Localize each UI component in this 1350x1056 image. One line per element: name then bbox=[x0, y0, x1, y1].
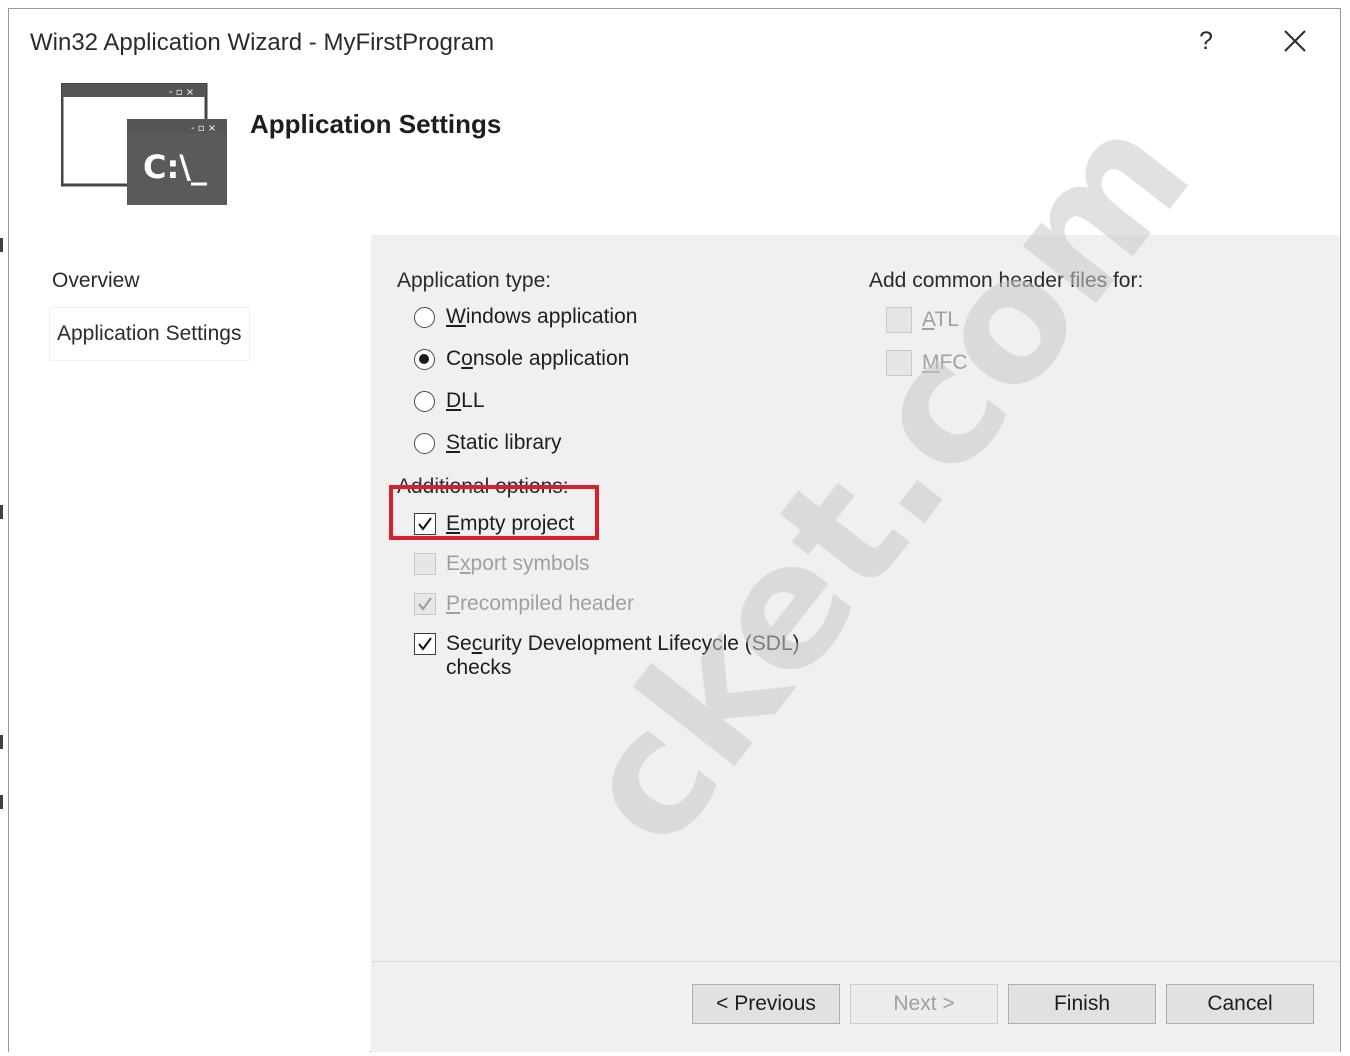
sidebar-item-application-settings[interactable]: Application Settings bbox=[49, 307, 251, 361]
sidebar: Overview Application Settings bbox=[9, 235, 370, 1052]
wizard-dialog: Win32 Application Wizard - MyFirstProgra… bbox=[8, 8, 1341, 1052]
radio-button-selected[interactable] bbox=[414, 348, 435, 370]
checkbox-mfc: MFC bbox=[886, 350, 968, 376]
page-title: Application Settings bbox=[250, 109, 502, 139]
help-button[interactable]: ? bbox=[1189, 23, 1223, 59]
previous-button[interactable]: < Previous bbox=[692, 984, 840, 1024]
option-label: ATL bbox=[922, 308, 959, 331]
settings-panel: Application type: Windows application Co… bbox=[371, 235, 1340, 1052]
close-button[interactable] bbox=[1277, 23, 1313, 59]
option-label: Precompiled header bbox=[446, 592, 634, 615]
sidebar-item-overview[interactable]: Overview bbox=[52, 269, 140, 293]
next-button: Next > bbox=[850, 984, 998, 1024]
header-files-label: Add common header files for: bbox=[869, 269, 1144, 292]
checkbox-atl: ATL bbox=[886, 307, 959, 333]
radio-button[interactable] bbox=[414, 432, 435, 454]
radio-console-application[interactable]: Console application bbox=[414, 347, 629, 371]
option-label: Console application bbox=[446, 347, 630, 370]
application-type-label: Application type: bbox=[397, 269, 552, 292]
checkbox-sdl-checks[interactable]: Security Development Lifecycle (SDL) che… bbox=[414, 632, 800, 680]
checkbox bbox=[886, 307, 912, 333]
checkbox bbox=[886, 350, 912, 376]
radio-dll[interactable]: DLL bbox=[414, 389, 485, 413]
radio-static-library[interactable]: Static library bbox=[414, 431, 562, 455]
option-label: MFC bbox=[922, 351, 968, 374]
checkbox bbox=[414, 553, 436, 575]
footer-separator bbox=[371, 961, 1340, 962]
option-label: Static library bbox=[446, 431, 562, 454]
option-label: Export symbols bbox=[446, 552, 590, 575]
highlight-box bbox=[389, 485, 599, 540]
radio-windows-application[interactable]: Windows application bbox=[414, 305, 637, 329]
option-label: DLL bbox=[446, 389, 485, 412]
edge-artifact bbox=[0, 505, 3, 519]
close-icon bbox=[1284, 30, 1306, 52]
finish-button[interactable]: Finish bbox=[1008, 984, 1156, 1024]
checkmark-icon bbox=[418, 597, 432, 611]
window-title: Win32 Application Wizard - MyFirstProgra… bbox=[30, 29, 495, 56]
cancel-button[interactable]: Cancel bbox=[1166, 984, 1314, 1024]
checkbox-precompiled-header: Precompiled header bbox=[414, 592, 634, 616]
option-label: Windows application bbox=[446, 305, 638, 328]
checkbox-export-symbols: Export symbols bbox=[414, 552, 590, 576]
edge-artifact bbox=[0, 238, 3, 252]
svg-text:- ▫ ×: - ▫ × bbox=[169, 87, 194, 98]
logo-text: C:\_ bbox=[143, 148, 207, 186]
radio-button[interactable] bbox=[414, 390, 435, 412]
checkbox[interactable] bbox=[414, 633, 436, 655]
checkbox bbox=[414, 593, 436, 615]
svg-text:- ▫ ×: - ▫ × bbox=[191, 123, 216, 134]
edge-artifact bbox=[0, 735, 3, 749]
radio-button[interactable] bbox=[414, 306, 435, 328]
option-label: Security Development Lifecycle (SDL) che… bbox=[446, 632, 800, 679]
checkmark-icon bbox=[418, 637, 432, 651]
console-window-icon: - ▫ × - ▫ × C:\_ bbox=[60, 82, 231, 209]
edge-artifact bbox=[0, 795, 3, 809]
